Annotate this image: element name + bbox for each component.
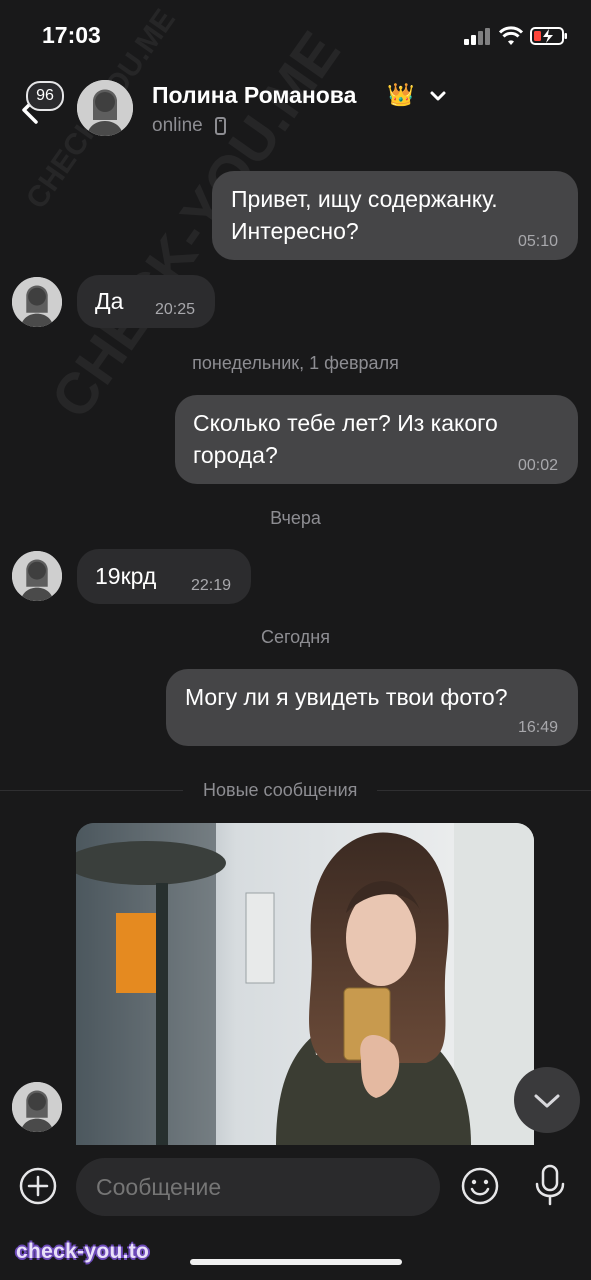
message-text: Могу ли я увидеть твои фото?: [185, 684, 508, 710]
plus-icon: [19, 1167, 57, 1205]
message-input[interactable]: [76, 1158, 440, 1216]
watermark-text: check-you.to: [16, 1240, 150, 1263]
contact-name[interactable]: Полина Романова: [152, 82, 356, 109]
date-separator: Сегодня: [261, 627, 330, 647]
message-time: 20:25: [154, 301, 195, 318]
microphone-icon: [535, 1164, 565, 1206]
date-separator: Вчера: [270, 508, 321, 528]
message-time: 05:10: [517, 233, 558, 250]
message-bubble-incoming[interactable]: Да 20:25: [77, 275, 215, 328]
chevron-down-icon: [534, 1094, 560, 1108]
photo-message[interactable]: [76, 823, 534, 1145]
cellular-signal-icon: [464, 28, 492, 45]
message-time: 16:49: [517, 719, 558, 736]
message-time: 22:19: [190, 577, 231, 594]
crown-emoji: 👑: [387, 82, 415, 107]
mobile-device-icon: [215, 117, 226, 135]
home-indicator[interactable]: [190, 1259, 402, 1265]
message-bubble-outgoing[interactable]: Привет, ищу содержанку. Интересно? 05:10: [212, 171, 578, 260]
unread-count-badge: 96: [26, 81, 64, 111]
scroll-to-bottom-button[interactable]: [514, 1067, 580, 1133]
sender-avatar[interactable]: [12, 277, 62, 327]
contact-avatar[interactable]: [77, 80, 133, 136]
contact-online-status: online: [152, 115, 203, 136]
emoji-button[interactable]: [460, 1166, 500, 1206]
message-bubble-incoming[interactable]: 19крд 22:19: [77, 549, 251, 604]
smiley-icon: [461, 1167, 499, 1205]
date-separator: понедельник, 1 февраля: [192, 353, 399, 373]
voice-message-button[interactable]: [532, 1164, 568, 1206]
message-time: 00:02: [517, 457, 558, 474]
message-bubble-outgoing[interactable]: Сколько тебе лет? Из какого города? 00:0…: [175, 395, 578, 484]
sender-avatar[interactable]: [12, 1082, 62, 1132]
sender-avatar[interactable]: [12, 551, 62, 601]
message-bubble-outgoing[interactable]: Могу ли я увидеть твои фото? 16:49: [166, 669, 578, 746]
new-messages-label: Новые сообщения: [183, 780, 378, 801]
status-time: 17:03: [42, 22, 101, 48]
chevron-down-icon[interactable]: [428, 86, 448, 106]
attach-plus-button[interactable]: [18, 1166, 58, 1206]
wifi-icon: [498, 26, 524, 46]
battery-low-charging-icon: [530, 27, 568, 45]
